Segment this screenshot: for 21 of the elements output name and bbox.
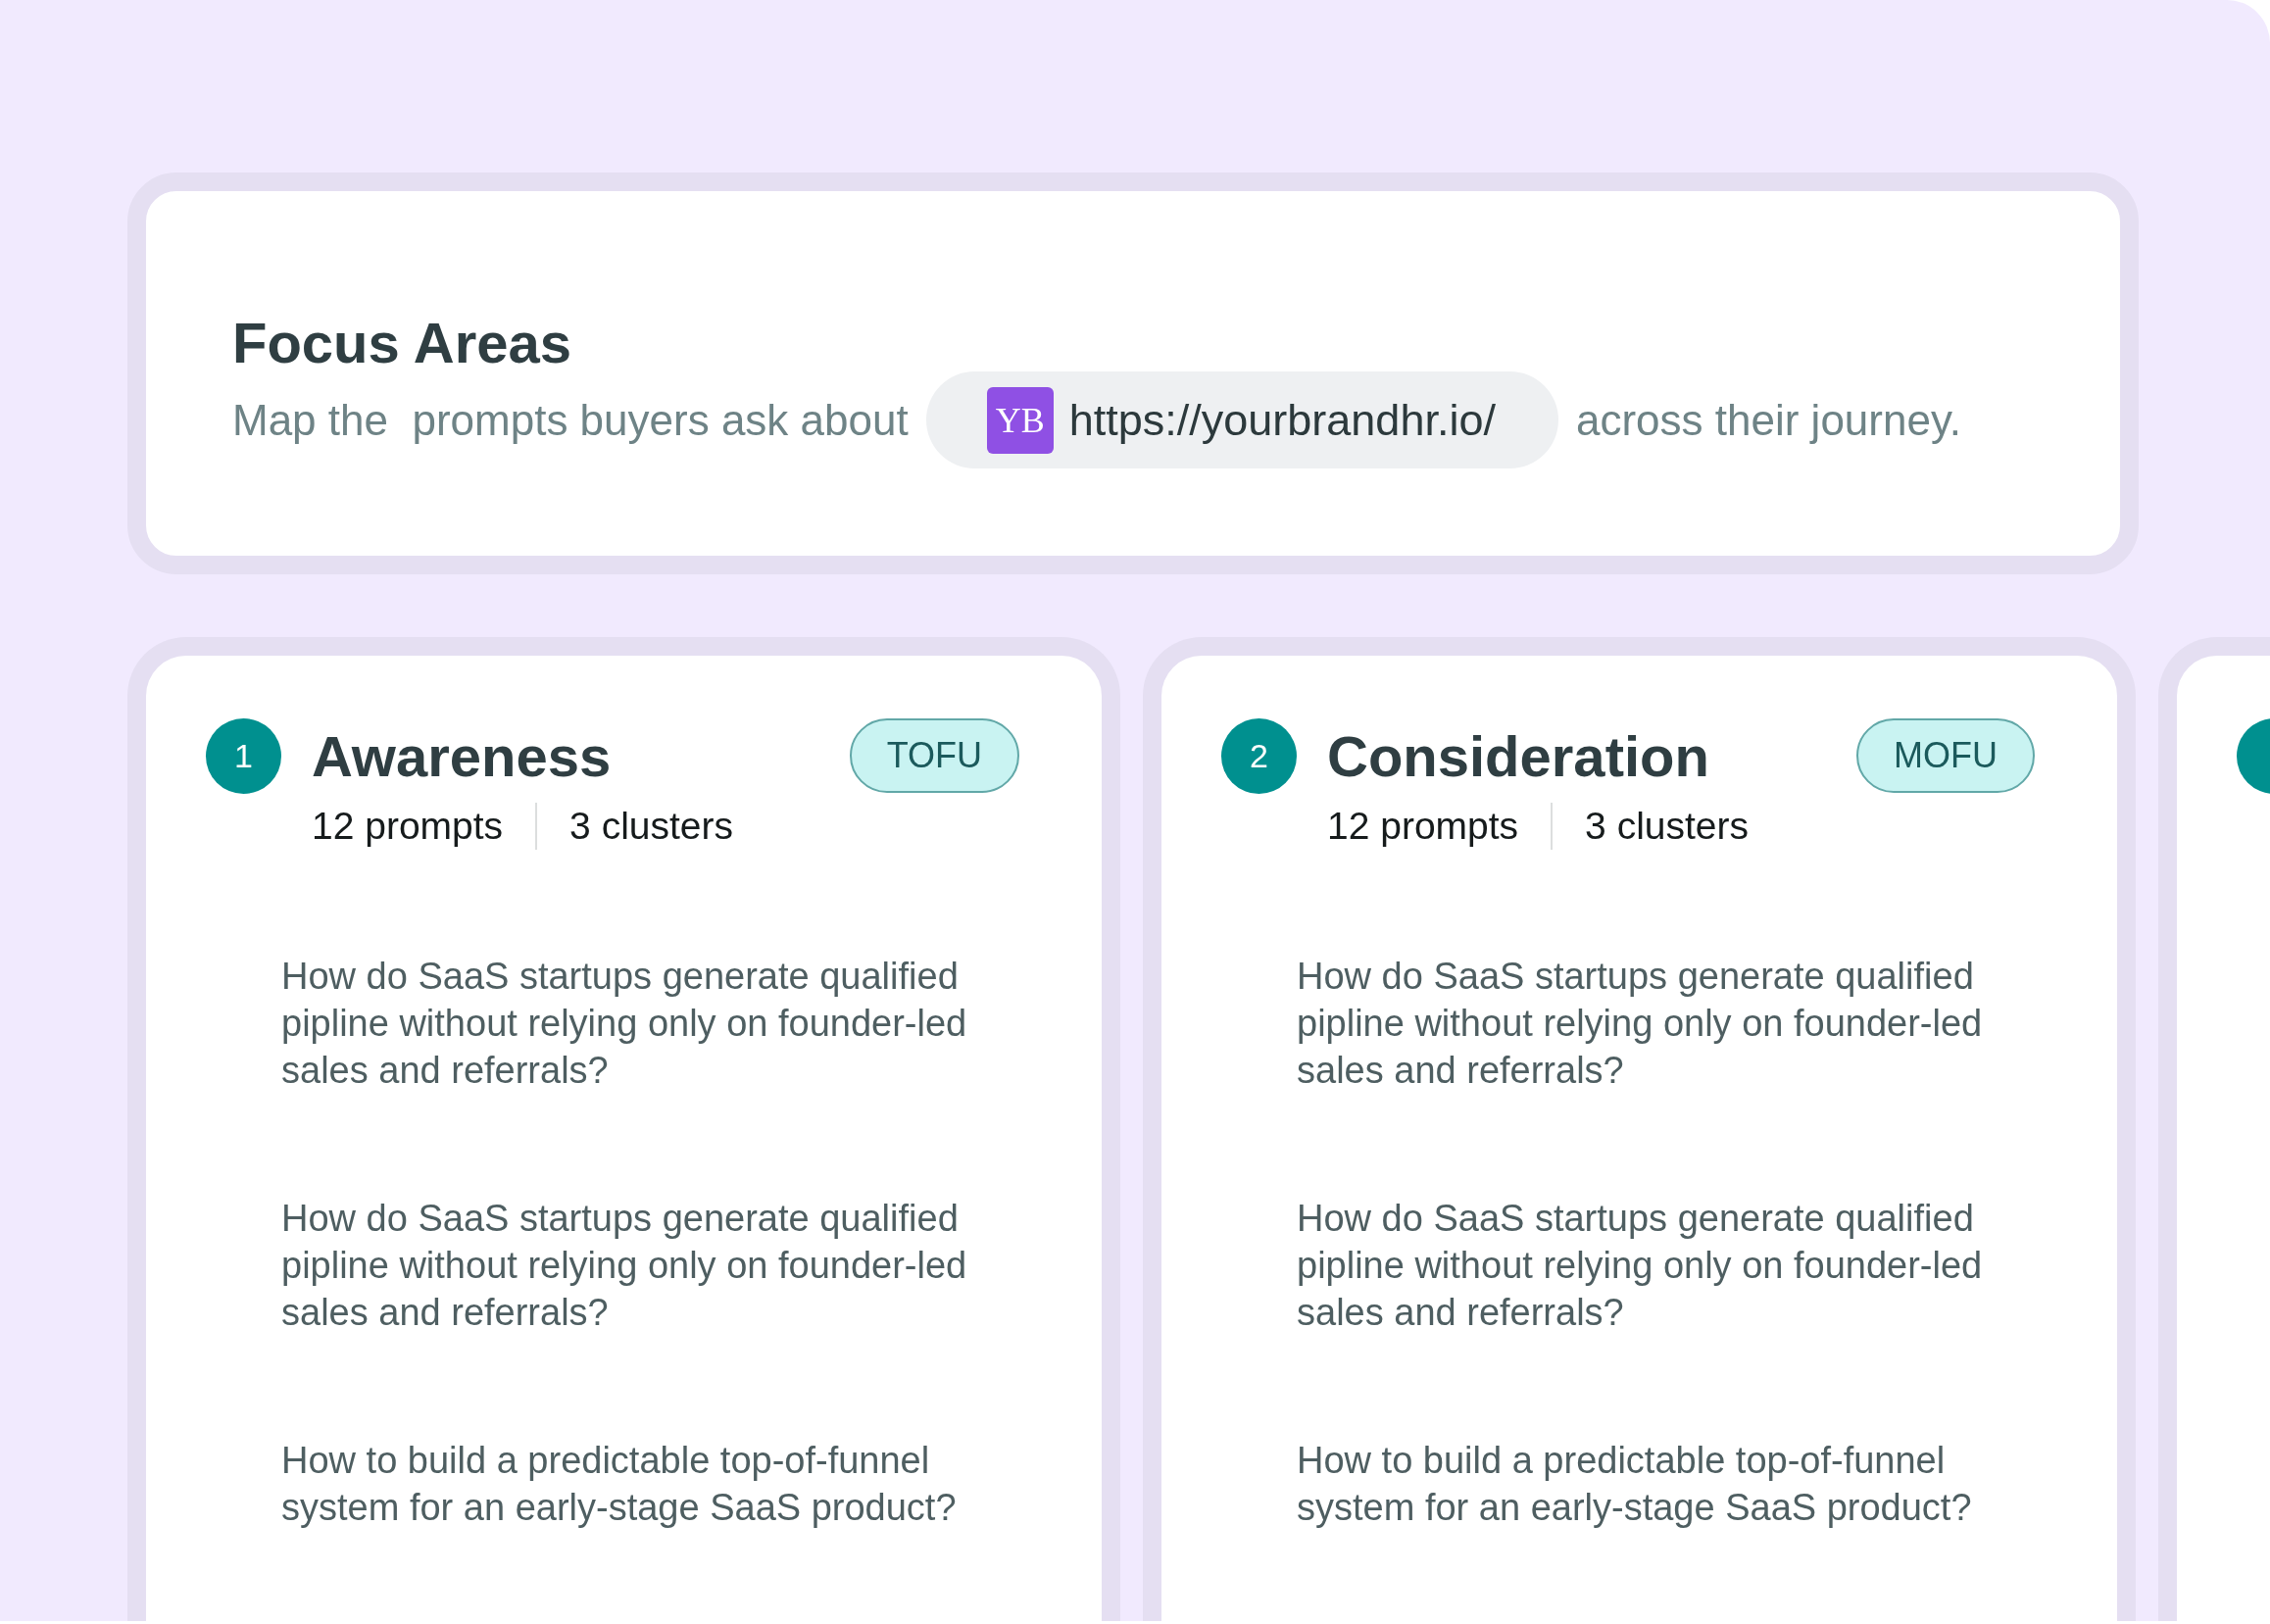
brand-logo: YB xyxy=(986,386,1054,454)
clusters-count: 3 clusters xyxy=(1585,804,1749,849)
prompts-count: 12 prompts xyxy=(1327,804,1519,849)
prompts-count: 12 prompts xyxy=(312,804,504,849)
prompt-text: How do SaaS startups generate qualified pipline without relying only on founder-led sales and referrals? xyxy=(1297,955,1984,1093)
step-number: 1 xyxy=(206,718,281,794)
stage-title: Consideration xyxy=(1327,723,1710,790)
stage-title: Awareness xyxy=(312,723,613,790)
subtitle-text: Map the prompts buyers ask about xyxy=(232,394,909,446)
clusters-count: 3 clusters xyxy=(569,804,733,849)
prompt-text: How to build a predictable top-of-funnel system for an early-stage SaaS product? xyxy=(1297,1439,1973,1530)
step-number: 2 xyxy=(1221,718,1297,794)
funnel-stage-tag: MOFU xyxy=(1856,718,2035,793)
subtitle-text: across their journey. xyxy=(1575,394,1961,446)
prompt-text: How do SaaS startups generate qualified pipline without relying only on founder-led sales and referrals? xyxy=(281,955,968,1093)
section-title: Focus Areas xyxy=(232,315,572,371)
prompt-text: How to build a predictable top-of-funnel system for an early-stage SaaS product? xyxy=(281,1439,958,1530)
prompt-text: How do SaaS startups generate qualified pipline without relying only on founder-led sales and referrals? xyxy=(281,1197,968,1335)
url-text: https://yourbrandhr.io/ xyxy=(1068,393,1496,447)
funnel-stage-tag: TOFU xyxy=(849,718,1019,793)
prompt-text: How do SaaS startups generate qualified pipline without relying only on founder-led sales and referrals? xyxy=(1297,1197,1984,1335)
